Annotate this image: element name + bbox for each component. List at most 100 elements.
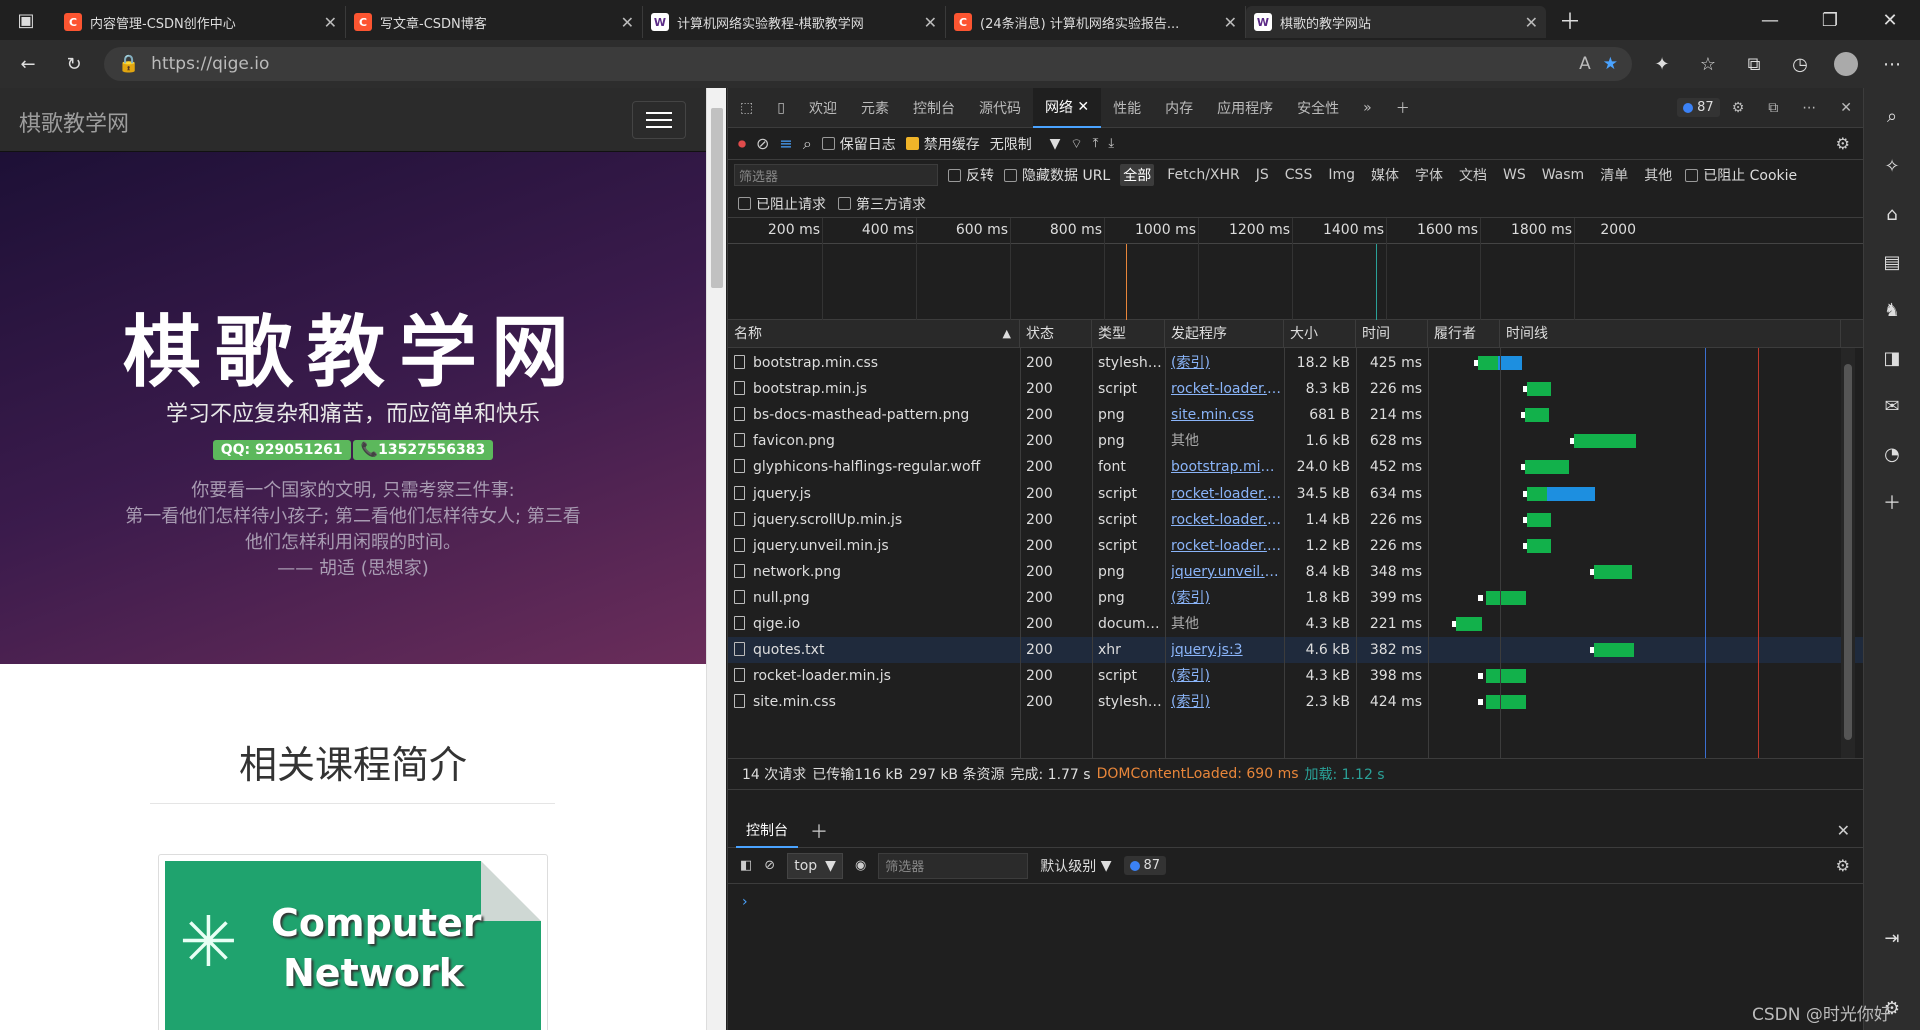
table-row[interactable]: rocket-loader.min.js 200 script (索引) 4.3 kB 3… (728, 663, 1864, 689)
request-name[interactable]: network.png (734, 559, 1016, 585)
request-initiator[interactable]: (索引) (1171, 663, 1281, 689)
drop-icon[interactable]: ◔ (1878, 440, 1906, 468)
course-card[interactable]: ✳ Computer Network (158, 854, 548, 1030)
filter-icon[interactable]: ≡ (779, 134, 792, 153)
tab-application[interactable]: 应用程序 (1205, 88, 1285, 128)
scroll-thumb[interactable] (711, 108, 723, 288)
table-row[interactable]: bootstrap.min.css 200 stylesheet (索引) 18.2 k… (728, 350, 1864, 376)
add-sidebar-app-icon[interactable]: ＋ (1878, 488, 1906, 516)
close-icon[interactable]: ✕ (1077, 99, 1089, 115)
blocked-requests-checkbox[interactable]: 已阻止请求 (738, 194, 826, 214)
filter-type-doc[interactable]: 文档 (1456, 164, 1490, 186)
request-name[interactable]: bootstrap.min.css (734, 350, 1016, 376)
search-icon[interactable]: ⌕ (803, 134, 812, 154)
settings-gear-icon[interactable]: ⚙ (1720, 88, 1757, 128)
filter-type-wasm[interactable]: Wasm (1539, 166, 1587, 184)
request-initiator[interactable]: rocket-loader.min.... (1171, 376, 1281, 402)
favorite-star-icon[interactable]: ★ (1603, 54, 1618, 74)
col-type[interactable]: 类型 (1092, 320, 1165, 348)
request-initiator[interactable]: site.min.css (1171, 402, 1281, 428)
console-issues-badge[interactable]: 87 (1123, 856, 1167, 875)
phone-badge[interactable]: 📞13527556383 (352, 440, 494, 460)
export-icon[interactable]: ⤓ (1108, 136, 1114, 151)
request-initiator[interactable]: rocket-loader.min.... (1171, 481, 1281, 507)
browser-tab-5[interactable]: W 棋歌的教学网站 ✕ (1246, 6, 1546, 38)
close-devtools-icon[interactable]: ✕ (1828, 88, 1864, 128)
table-row[interactable]: site.min.css 200 stylesheet (索引) 2.3 kB 424 m… (728, 689, 1864, 715)
col-initiator[interactable]: 发起程序 (1165, 320, 1284, 348)
col-size[interactable]: 大小 (1284, 320, 1356, 348)
invert-checkbox[interactable]: 反转 (948, 165, 994, 185)
console-prompt-icon[interactable]: › (742, 894, 748, 910)
filter-type-all[interactable]: 全部 (1120, 164, 1155, 186)
inspect-icon[interactable]: ⬚ (728, 88, 765, 128)
close-tab-icon[interactable]: ✕ (1224, 13, 1237, 32)
request-initiator[interactable]: (索引) (1171, 350, 1281, 376)
tab-sources[interactable]: 源代码 (967, 88, 1033, 128)
filter-input[interactable]: 筛选器 (734, 164, 938, 186)
col-status[interactable]: 状态 (1020, 320, 1092, 348)
checkbox[interactable] (821, 137, 835, 150)
request-name[interactable]: null.png (734, 585, 1016, 611)
hide-data-urls-checkbox[interactable]: 隐藏数据 URL (1004, 165, 1110, 185)
add-drawer-tab-icon[interactable]: ＋ (810, 818, 828, 844)
throttle-select[interactable]: 无限制 ▼ (990, 134, 1061, 154)
live-expression-eye-icon[interactable]: ◉ (855, 858, 866, 873)
filter-type-js[interactable]: JS (1253, 166, 1272, 184)
filter-type-css[interactable]: CSS (1282, 166, 1316, 184)
clear-console-icon[interactable]: ⊘ (764, 858, 775, 873)
browser-tab-1[interactable]: C 内容管理-CSDN创作中心 ✕ (56, 6, 346, 38)
request-name[interactable]: jquery.js (734, 481, 1016, 507)
table-row[interactable]: glyphicons-halflings-regular.woff 200 font… (728, 454, 1864, 480)
device-toggle-icon[interactable]: ▯ (765, 88, 797, 128)
scroll-thumb[interactable] (1844, 364, 1852, 740)
table-row[interactable]: quotes.txt 200 xhr jquery.js:3 4.6 kB 382 ms (728, 637, 1864, 664)
tab-elements[interactable]: 元素 (849, 88, 901, 128)
table-row[interactable]: bootstrap.min.js 200 script rocket-loader.m… (728, 376, 1864, 402)
connect-icon[interactable]: ⧉ (1756, 88, 1790, 128)
history-icon[interactable]: ◷ (1784, 48, 1816, 80)
add-tab-icon[interactable]: ＋ (1384, 88, 1422, 128)
console-filter-input[interactable]: 筛选器 (878, 852, 1029, 879)
request-initiator[interactable]: (索引) (1171, 585, 1281, 611)
network-settings-gear-icon[interactable]: ⚙ (1836, 134, 1850, 153)
table-row[interactable]: jquery.js 200 script rocket-loader.min.... 3… (728, 481, 1864, 507)
close-drawer-icon[interactable]: ✕ (1837, 821, 1850, 840)
minimize-icon[interactable]: — (1740, 4, 1800, 36)
blocked-cookies-checkbox[interactable]: 已阻止 Cookie (1685, 165, 1797, 185)
request-initiator[interactable]: bootstrap.min.css (1171, 454, 1281, 480)
office-icon[interactable]: ◨ (1878, 344, 1906, 372)
table-row[interactable]: qige.io 200 document 其他 4.3 kB 221 ms (728, 611, 1864, 637)
tab-memory[interactable]: 内存 (1153, 88, 1205, 128)
request-name[interactable]: jquery.unveil.min.js (734, 533, 1016, 559)
table-row[interactable]: favicon.png 200 png 其他 1.6 kB 628 ms (728, 428, 1864, 454)
tab-console[interactable]: 控制台 (901, 88, 967, 128)
request-initiator[interactable]: (索引) (1171, 689, 1281, 715)
outlook-icon[interactable]: ✉ (1878, 392, 1906, 420)
search-icon[interactable]: ⌕ (1878, 102, 1906, 130)
tab-network[interactable]: 网络 ✕ (1032, 87, 1102, 128)
col-waterfall[interactable]: 时间线 (1500, 320, 1841, 348)
network-overview[interactable]: 200 ms 400 ms 600 ms 800 ms 1000 ms 1200… (728, 218, 1864, 320)
collections-icon[interactable]: ⧉ (1738, 48, 1770, 80)
drawer-tab-console[interactable]: 控制台 (736, 813, 798, 848)
more-tabs-icon[interactable]: » (1351, 88, 1384, 128)
browser-tab-2[interactable]: C 写文章-CSDN博客 ✕ (346, 6, 643, 38)
table-row[interactable]: jquery.unveil.min.js 200 script rocket-load… (728, 533, 1864, 559)
checkbox[interactable] (838, 197, 851, 210)
request-name[interactable]: site.min.css (734, 689, 1016, 715)
filter-type-manifest[interactable]: 清单 (1597, 164, 1631, 186)
request-name[interactable]: glyphicons-halflings-regular.woff (734, 454, 1016, 480)
request-name[interactable]: qige.io (734, 611, 1016, 637)
table-row[interactable]: null.png 200 png (索引) 1.8 kB 399 ms (728, 585, 1864, 611)
site-brand[interactable]: 棋歌教学网 (19, 106, 129, 138)
restore-icon[interactable]: ❐ (1800, 4, 1860, 36)
disable-cache-checkbox[interactable]: 禁用缓存 (905, 134, 980, 154)
request-name[interactable]: quotes.txt (734, 637, 1016, 663)
profile-avatar[interactable] (1830, 48, 1862, 80)
table-scrollbar[interactable] (1841, 348, 1855, 758)
clear-icon[interactable]: ⊘ (756, 134, 769, 153)
third-party-checkbox[interactable]: 第三方请求 (838, 194, 926, 214)
context-select[interactable]: top ▼ (787, 852, 843, 879)
request-initiator[interactable]: rocket-loader.min.... (1171, 507, 1281, 533)
